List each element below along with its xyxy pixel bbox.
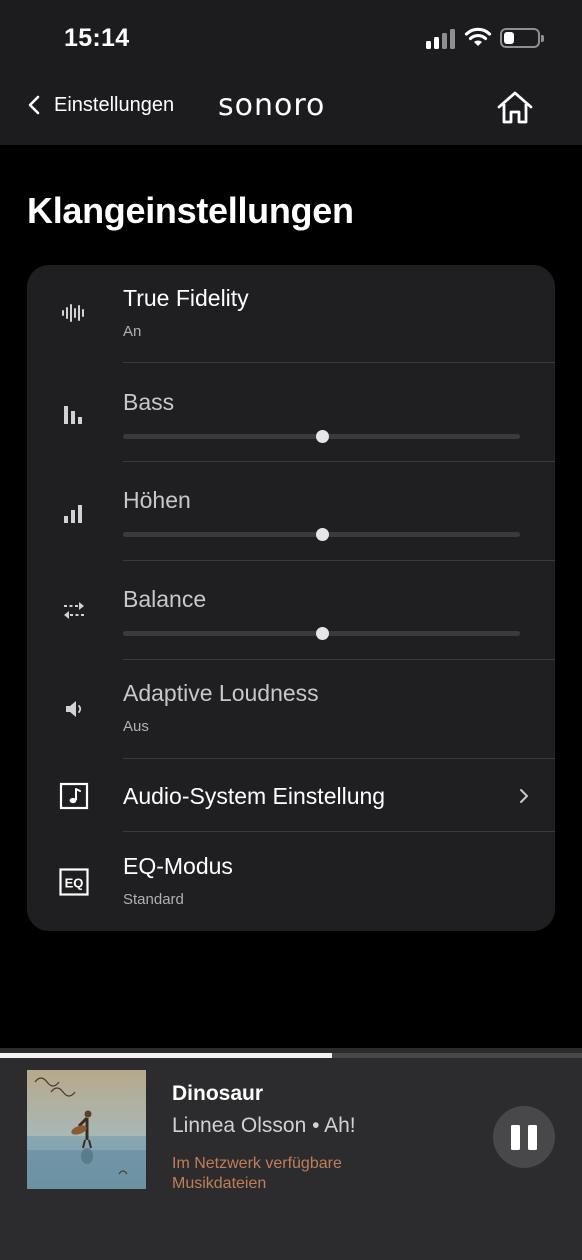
setting-audio-system[interactable]: Audio-System Einstellung	[27, 759, 555, 831]
adaptive-loudness-label: Adaptive Loudness	[123, 680, 319, 706]
setting-true-fidelity[interactable]: True Fidelity An	[27, 265, 555, 363]
mini-player[interactable]: Dinosaur Linnea Olsson • Ah! Im Netzwerk…	[0, 1062, 582, 1260]
page-title: Klangeinstellungen	[27, 190, 354, 231]
home-icon[interactable]	[494, 88, 536, 128]
speaker-icon	[59, 694, 89, 724]
music-note-icon	[59, 781, 89, 811]
track-source: Im Netzwerk verfügbare Musikdateien	[172, 1155, 342, 1192]
treble-label: Höhen	[123, 487, 191, 513]
audio-system-label: Audio-System Einstellung	[123, 783, 386, 809]
eq-mode-value: Standard	[123, 891, 184, 908]
true-fidelity-label: True Fidelity	[123, 285, 249, 311]
playback-progress[interactable]	[0, 1048, 582, 1062]
setting-bass: Bass	[27, 363, 555, 461]
battery-icon	[500, 28, 544, 48]
adaptive-loudness-value: Aus	[123, 718, 149, 735]
sound-settings-card: True Fidelity An Bass Höhen Balance Adap…	[27, 265, 555, 931]
bass-slider[interactable]	[123, 426, 520, 446]
true-fidelity-value: An	[123, 323, 142, 340]
back-button-label: Einstellungen	[54, 93, 175, 116]
bass-slider-thumb[interactable]	[315, 430, 329, 443]
eq-icon: EQ	[59, 867, 89, 897]
svg-text:EQ: EQ	[65, 876, 84, 891]
track-artist-album: Linnea Olsson • Ah!	[172, 1114, 356, 1137]
setting-eq-mode[interactable]: EQ EQ-Modus Standard	[27, 832, 555, 931]
back-button[interactable]: Einstellungen	[24, 90, 174, 120]
pause-icon	[511, 1125, 520, 1150]
wifi-icon	[464, 27, 492, 46]
pause-button[interactable]	[493, 1106, 555, 1168]
screen: 15:14 Einstellungen sonoro Klangeinstell…	[0, 0, 582, 1260]
treble-slider[interactable]	[123, 524, 520, 544]
waveform-icon	[59, 298, 89, 328]
eq-mode-label: EQ-Modus	[123, 853, 233, 879]
balance-slider-thumb[interactable]	[315, 627, 329, 640]
setting-adaptive-loudness[interactable]: Adaptive Loudness Aus	[27, 660, 555, 758]
bars-icon	[59, 399, 89, 429]
brand-logo: sonoro	[218, 92, 325, 120]
track-title: Dinosaur	[172, 1082, 264, 1105]
setting-treble: Höhen	[27, 462, 555, 560]
treble-slider-thumb[interactable]	[315, 528, 329, 541]
setting-balance: Balance	[27, 561, 555, 659]
playback-progress-fill	[0, 1053, 332, 1058]
album-cover	[27, 1070, 146, 1189]
balance-slider[interactable]	[123, 623, 520, 643]
svg-text:sonoro: sonoro	[218, 92, 325, 120]
signal-bars-icon	[59, 498, 89, 528]
chevron-left-icon	[28, 95, 40, 115]
cellular-signal-icon	[426, 29, 456, 49]
chevron-right-icon	[520, 789, 528, 803]
status-time: 15:14	[64, 24, 130, 52]
balance-label: Balance	[123, 586, 207, 612]
top-bar: 15:14 Einstellungen sonoro	[0, 0, 582, 145]
bass-label: Bass	[123, 389, 175, 415]
arrows-left-right-icon	[59, 595, 89, 625]
